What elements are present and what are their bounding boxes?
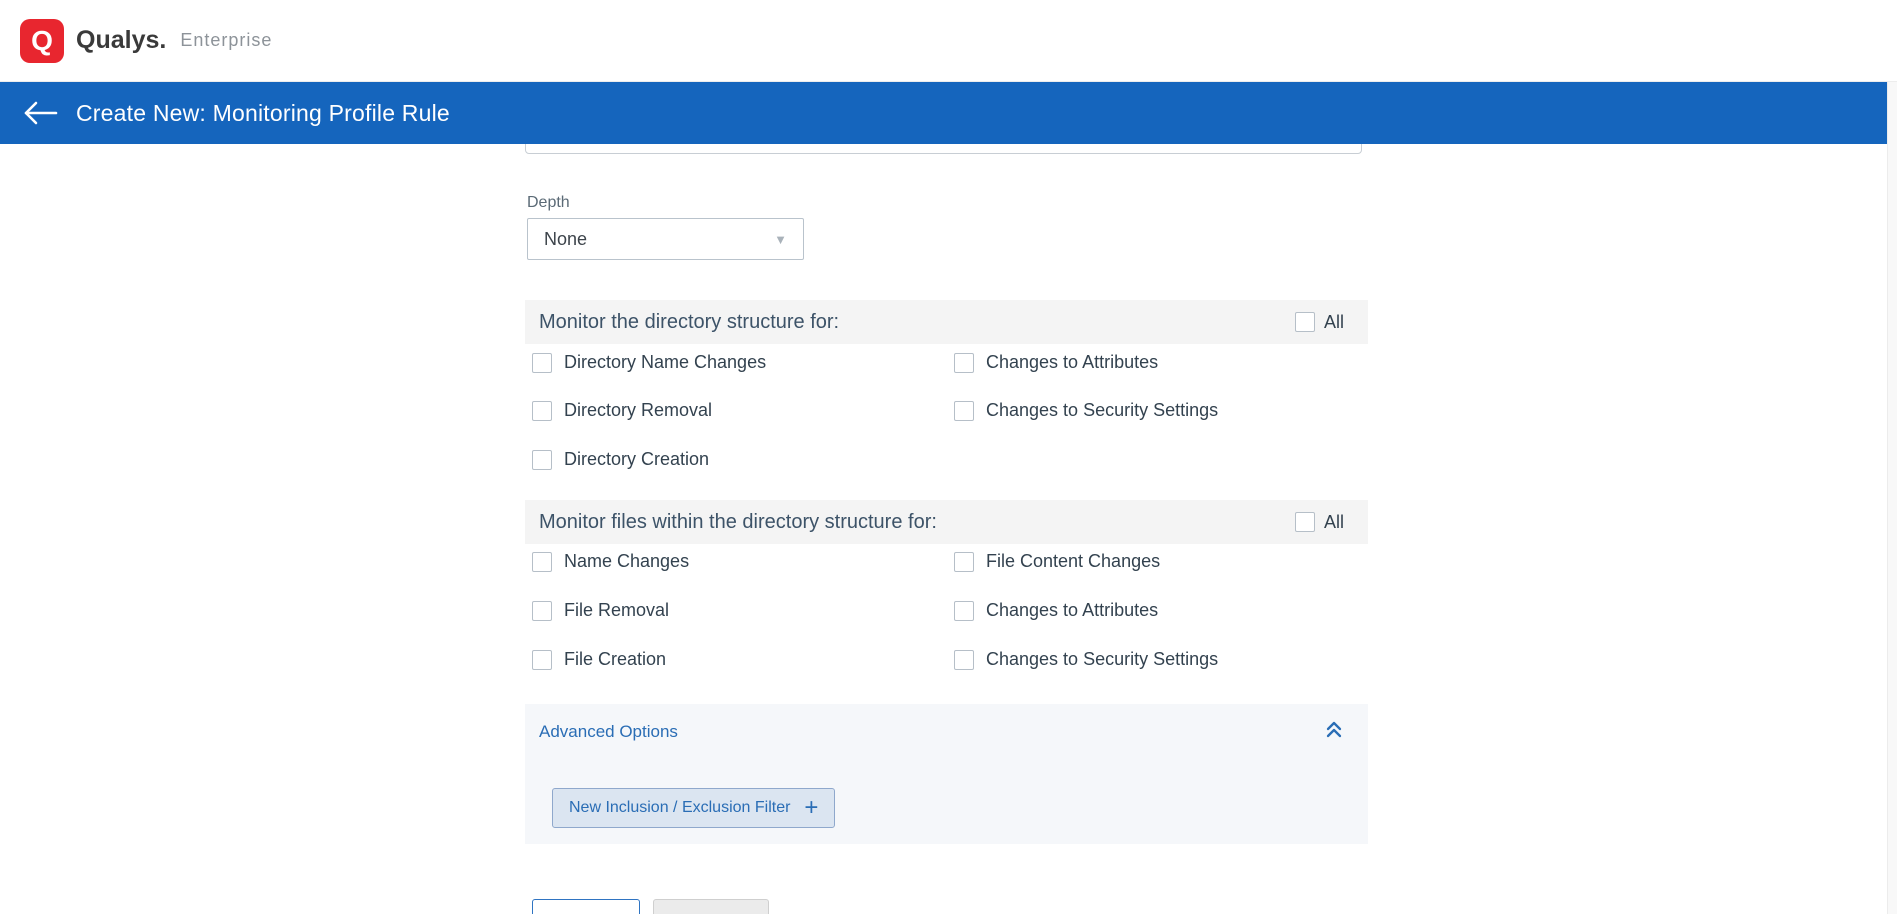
checkbox-label: Changes to Security Settings [986,649,1218,670]
save-button[interactable]: Save [532,899,640,914]
page-title: Create New: Monitoring Profile Rule [76,100,450,127]
page-header: Create New: Monitoring Profile Rule [0,82,1897,144]
vertical-scrollbar[interactable] [1887,82,1897,914]
base-directory-input[interactable] [525,144,1362,154]
checkbox-box[interactable] [954,601,974,621]
checkbox-changes-to-attributes-dir[interactable]: Changes to Attributes [954,352,1158,373]
checkbox-box[interactable] [954,552,974,572]
brand-name: Qualys. [76,26,166,55]
section-title: Monitor files within the directory struc… [539,511,937,534]
checkbox-file-removal[interactable]: File Removal [532,600,669,621]
form-content: Depth None ▼ Monitor the directory struc… [0,144,1897,914]
checkbox-box[interactable] [954,650,974,670]
checkbox-box[interactable] [532,353,552,373]
checkbox-label: Name Changes [564,551,689,572]
checkbox-directory-name-changes[interactable]: Directory Name Changes [532,352,766,373]
checkbox-changes-to-security-settings-dir[interactable]: Changes to Security Settings [954,400,1218,421]
all-checkbox-directory[interactable]: All [1295,312,1344,333]
section-title: Monitor the directory structure for: [539,311,839,334]
depth-label: Depth [527,194,570,212]
checkbox-label: Changes to Attributes [986,600,1158,621]
checkbox-row: File Creation Changes to Security Settin… [525,649,1368,675]
advanced-options-panel: Advanced Options New Inclusion / Exclusi… [525,704,1368,844]
checkbox-box[interactable] [532,601,552,621]
filter-button-label: New Inclusion / Exclusion Filter [569,799,790,817]
brand-bar: Q Qualys. Enterprise [0,0,1897,82]
checkbox-changes-to-attributes-file[interactable]: Changes to Attributes [954,600,1158,621]
checkbox-file-content-changes[interactable]: File Content Changes [954,551,1160,572]
qualys-logo-icon: Q [20,19,64,63]
checkbox-row: Directory Creation [525,449,1368,475]
all-label: All [1324,312,1344,333]
checkbox-directory-creation[interactable]: Directory Creation [532,449,709,470]
checkbox-box[interactable] [532,401,552,421]
checkbox-label: File Creation [564,649,666,670]
checkbox-changes-to-security-settings-file[interactable]: Changes to Security Settings [954,649,1218,670]
checkbox-label: Directory Name Changes [564,352,766,373]
checkbox-label: File Removal [564,600,669,621]
checkbox-file-creation[interactable]: File Creation [532,649,666,670]
save-rule-button[interactable]: Save Rule [653,899,769,914]
checkbox-box[interactable] [954,353,974,373]
checkbox-box[interactable] [1295,312,1315,332]
checkbox-box[interactable] [1295,512,1315,532]
checkbox-box[interactable] [532,650,552,670]
checkbox-row: Name Changes File Content Changes [525,551,1368,577]
section-files-header: Monitor files within the directory struc… [525,500,1368,544]
chevron-double-up-icon[interactable] [1322,718,1346,742]
checkbox-directory-removal[interactable]: Directory Removal [532,400,712,421]
new-inclusion-exclusion-filter-button[interactable]: New Inclusion / Exclusion Filter + [552,788,835,828]
all-checkbox-files[interactable]: All [1295,512,1344,533]
plus-icon: + [804,796,818,820]
checkbox-label: Changes to Attributes [986,352,1158,373]
checkbox-name-changes[interactable]: Name Changes [532,551,689,572]
all-label: All [1324,512,1344,533]
section-directory-header: Monitor the directory structure for: All [525,300,1368,344]
edition-label: Enterprise [180,30,272,51]
checkbox-row: Directory Removal Changes to Security Se… [525,400,1368,426]
checkbox-row: Directory Name Changes Changes to Attrib… [525,352,1368,378]
checkbox-row: File Removal Changes to Attributes [525,600,1368,626]
checkbox-box[interactable] [532,552,552,572]
checkbox-box[interactable] [954,401,974,421]
checkbox-label: Directory Removal [564,400,712,421]
advanced-options-title: Advanced Options [539,722,678,742]
chevron-down-icon: ▼ [774,232,787,247]
back-arrow-icon[interactable] [20,98,64,128]
checkbox-label: File Content Changes [986,551,1160,572]
depth-selected-value: None [544,229,587,250]
checkbox-box[interactable] [532,450,552,470]
depth-dropdown[interactable]: None ▼ [527,218,804,260]
checkbox-label: Directory Creation [564,449,709,470]
checkbox-label: Changes to Security Settings [986,400,1218,421]
